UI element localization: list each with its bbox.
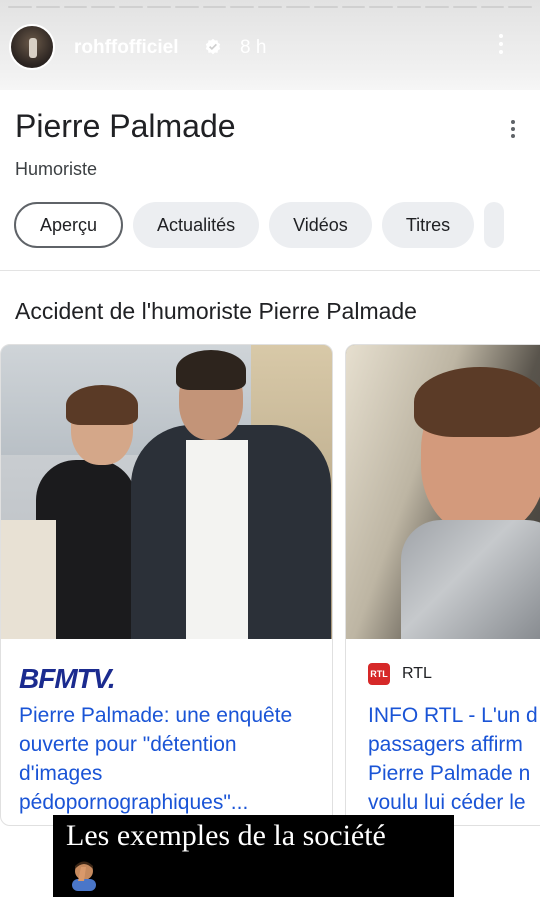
progress-segment	[258, 6, 282, 8]
more-options-icon[interactable]	[508, 120, 518, 144]
story-username[interactable]: rohffofficiel	[74, 37, 179, 59]
progress-segment	[341, 6, 366, 8]
headline-line: Pierre Palmade n	[368, 762, 531, 785]
page-subtitle: Humoriste	[15, 159, 98, 179]
tab-more[interactable]	[484, 202, 505, 248]
progress-segment	[146, 6, 171, 8]
progress-segment	[35, 6, 60, 8]
story-caption: Les exemples de la société	[53, 815, 454, 897]
headline-line: passagers affirm	[368, 733, 523, 756]
source-logo-bfmtv: BFMTV.	[19, 663, 116, 694]
progress-segment	[313, 6, 338, 8]
facepalm-emoji-icon	[72, 861, 96, 891]
progress-segment	[174, 6, 199, 8]
progress-segment	[119, 6, 143, 8]
progress-segment	[452, 6, 477, 8]
news-photo	[346, 345, 540, 639]
news-headline-link[interactable]: Pierre Palmade: une enquête ouverte pour…	[19, 701, 319, 817]
story-time: 8 h	[240, 37, 267, 58]
progress-segment	[285, 6, 310, 8]
news-headline-link[interactable]: INFO RTL - L'un d passagers affirm Pierr…	[368, 701, 540, 817]
story-more-icon[interactable]	[493, 34, 509, 60]
avatar[interactable]	[9, 24, 55, 70]
section-title: Accident de l'humoriste Pierre Palmade	[15, 298, 417, 324]
page-title: Pierre Palmade	[15, 108, 236, 144]
progress-segment	[202, 6, 227, 8]
headline-line: INFO RTL - L'un d	[368, 704, 538, 727]
progress-segment	[91, 6, 116, 8]
news-card[interactable]: BFMTV. Pierre Palmade: une enquête ouver…	[0, 344, 333, 826]
progress-segment	[397, 6, 421, 8]
tab-titres[interactable]: Titres	[381, 202, 475, 248]
source-rtl: RTL RTL	[368, 663, 432, 685]
tab-apercu[interactable]: Aperçu	[14, 202, 124, 248]
news-photo	[1, 345, 332, 639]
headline-line: voulu lui céder le	[368, 791, 526, 814]
tab-videos[interactable]: Vidéos	[269, 202, 372, 248]
divider	[0, 270, 540, 271]
progress-segment	[480, 6, 505, 8]
progress-segment	[369, 6, 394, 8]
rtl-logo-icon: RTL	[368, 663, 390, 685]
progress-segment	[424, 6, 449, 8]
tab-actualites[interactable]: Actualités	[133, 202, 260, 248]
verified-badge-icon	[205, 38, 221, 55]
progress-segment	[508, 6, 533, 8]
caption-text: Les exemples de la société	[66, 819, 386, 852]
progress-segment	[8, 6, 32, 8]
progress-segment	[63, 6, 88, 8]
tab-bar: Aperçu Actualités Vidéos Titres	[14, 202, 505, 248]
source-name: RTL	[402, 665, 432, 682]
story-progress	[8, 6, 533, 8]
progress-segment	[230, 6, 255, 8]
news-card[interactable]: RTL RTL INFO RTL - L'un d passagers affi…	[345, 344, 540, 826]
